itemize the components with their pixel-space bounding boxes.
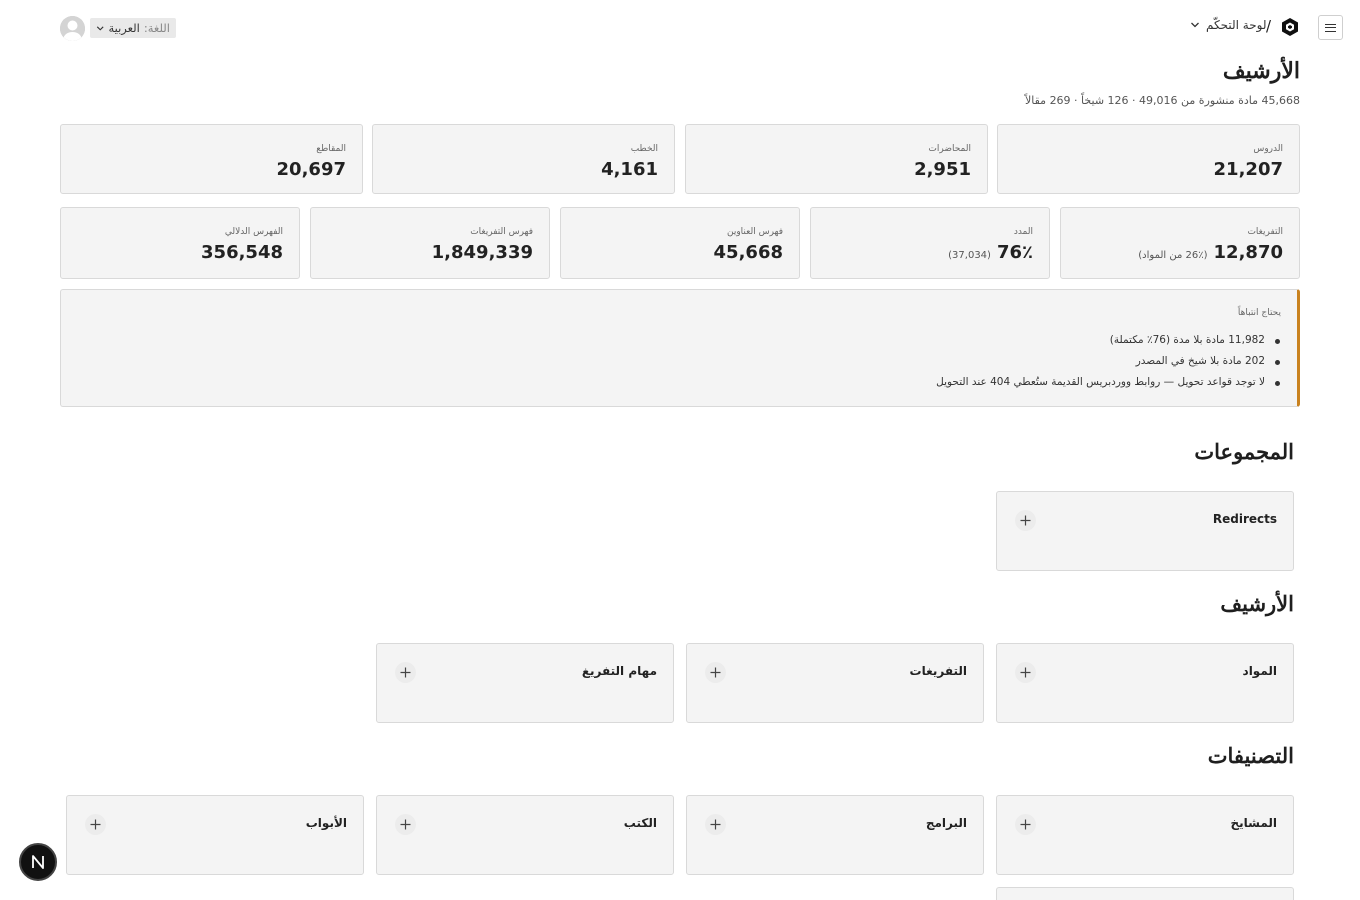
add-button[interactable]: [395, 814, 416, 835]
list-item: لا توجد قواعد تحويل — روابط ووردبريس الق…: [936, 372, 1281, 393]
stat-label: الخطب: [630, 144, 658, 154]
chevron-down-icon: [96, 25, 104, 31]
page-subtitle: 45,668 مادة منشورة من 49,016 · 126 شيخاً…: [1024, 94, 1300, 107]
add-button[interactable]: [1015, 662, 1036, 683]
tile-title: Redirects: [1212, 512, 1277, 526]
stat-extra: (37,034): [948, 250, 991, 261]
section-title-archive: الأرشيف: [1220, 591, 1294, 616]
stat-card-transcripts: التفريغات 12,870(26٪ من المواد): [1060, 207, 1300, 279]
add-button[interactable]: [395, 662, 416, 683]
plus-icon: [90, 819, 101, 830]
tile-programs[interactable]: البرامج: [686, 795, 984, 875]
stat-value: 21,207: [1213, 159, 1283, 180]
section-title-groups: المجموعات: [1194, 439, 1294, 464]
avatar-icon: [60, 16, 85, 41]
language-label: اللغة:: [143, 21, 170, 35]
plus-icon: [710, 667, 721, 678]
tile-chapters[interactable]: الأبواب: [66, 795, 364, 875]
page-title: الأرشيف: [1222, 58, 1300, 84]
add-button[interactable]: [1015, 814, 1036, 835]
stat-value: 76٪(37,034): [948, 242, 1033, 263]
stat-value: 45,668: [713, 242, 783, 263]
chevron-down-icon: [1191, 22, 1199, 28]
dev-tools-badge[interactable]: [19, 843, 57, 881]
stat-value: 20,697: [276, 159, 346, 180]
logo-icon[interactable]: [1281, 17, 1299, 37]
n-logo-icon: [32, 855, 44, 869]
stat-value: 2,951: [914, 159, 971, 180]
plus-icon: [400, 667, 411, 678]
stat-label: التفريغات: [1247, 227, 1283, 237]
tile-partial[interactable]: [996, 887, 1294, 900]
breadcrumb-label: لوحة التحكّم: [1206, 18, 1267, 32]
stat-value: 4,161: [601, 159, 658, 180]
plus-icon: [400, 819, 411, 830]
attention-list: 11,982 مادة بلا مدة (76٪ مكتملة) 202 ماد…: [936, 330, 1281, 393]
plus-icon: [1020, 819, 1031, 830]
list-item: 202 مادة بلا شيخ في المصدر: [936, 351, 1281, 372]
stat-label: فهرس التفريغات: [470, 227, 533, 237]
add-button[interactable]: [85, 814, 106, 835]
tile-title: التفريغات: [909, 664, 967, 678]
tile-title: الكتب: [623, 816, 657, 830]
attention-title: يحتاج انتباهاً: [1237, 308, 1281, 318]
add-button[interactable]: [705, 662, 726, 683]
breadcrumb[interactable]: لوحة التحكّم: [1190, 18, 1267, 32]
plus-icon: [1020, 667, 1031, 678]
list-item: 11,982 مادة بلا مدة (76٪ مكتملة): [936, 330, 1281, 351]
menu-icon: [1325, 23, 1336, 32]
stat-card-lectures: المحاضرات 2,951: [685, 124, 988, 194]
tile-materials[interactable]: المواد: [996, 643, 1294, 723]
menu-button[interactable]: [1318, 15, 1343, 40]
stat-card-transcript-index: فهرس التفريغات 1,849,339: [310, 207, 550, 279]
language-select[interactable]: اللغة: العربية: [90, 18, 176, 38]
stat-label: المدد: [1013, 227, 1033, 237]
stat-card-sermons: الخطب 4,161: [372, 124, 675, 194]
tile-books[interactable]: الكتب: [376, 795, 674, 875]
stat-card-durations: المدد 76٪(37,034): [810, 207, 1050, 279]
stat-label: فهرس العناوين: [726, 227, 783, 237]
add-button[interactable]: [705, 814, 726, 835]
stat-value: 1,849,339: [431, 242, 533, 263]
section-title-categories: التصنيفات: [1207, 743, 1294, 768]
stat-label: الدروس: [1253, 144, 1283, 154]
add-button[interactable]: [1015, 510, 1036, 531]
stat-extra: (26٪ من المواد): [1138, 250, 1208, 261]
stat-value: 356,548: [201, 242, 283, 263]
tile-title: المشايخ: [1230, 816, 1277, 830]
stat-card-clips: المقاطع 20,697: [60, 124, 363, 194]
tile-title: الأبواب: [305, 816, 347, 830]
plus-icon: [710, 819, 721, 830]
tile-title: المواد: [1242, 664, 1277, 678]
stat-card-title-index: فهرس العناوين 45,668: [560, 207, 800, 279]
stat-card-semantic-index: الفهرس الدلالي 356,548: [60, 207, 300, 279]
tile-redirects[interactable]: Redirects: [996, 491, 1294, 571]
tile-transcripts[interactable]: التفريغات: [686, 643, 984, 723]
tile-sheikhs[interactable]: المشايخ: [996, 795, 1294, 875]
language-value: العربية: [108, 21, 140, 35]
tile-title: البرامج: [925, 816, 967, 830]
plus-icon: [1020, 515, 1031, 526]
tile-title: مهام التفريغ: [581, 664, 657, 678]
stat-label: الفهرس الدلالي: [224, 227, 283, 237]
top-bar: / لوحة التحكّم اللغة: العربية: [0, 0, 1360, 56]
stat-label: المحاضرات: [928, 144, 971, 154]
stat-label: المقاطع: [316, 144, 346, 154]
attention-panel: يحتاج انتباهاً 11,982 مادة بلا مدة (76٪ …: [60, 289, 1300, 407]
stat-card-lessons: الدروس 21,207: [997, 124, 1300, 194]
avatar[interactable]: [60, 16, 85, 41]
tile-transcription-tasks[interactable]: مهام التفريغ: [376, 643, 674, 723]
stat-value: 12,870(26٪ من المواد): [1138, 242, 1283, 263]
